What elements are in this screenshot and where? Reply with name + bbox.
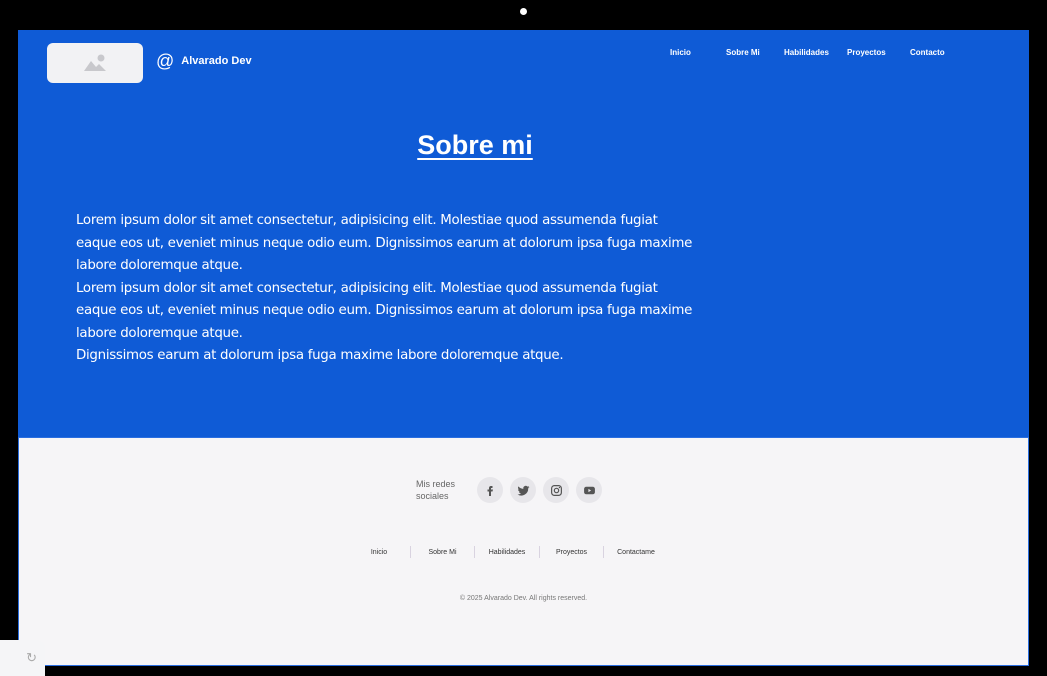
nav-inicio[interactable]: Inicio <box>658 48 713 57</box>
footer-nav-sobre-mi[interactable]: Sobre Mi <box>411 549 474 556</box>
twitter-icon[interactable] <box>510 477 536 503</box>
page-title: Sobre mi <box>417 130 533 160</box>
top-nav: Inicio Sobre Mi Habilidades Proyectos Co… <box>658 48 964 57</box>
social-icons <box>477 477 602 503</box>
social-label: Mis redes sociales <box>416 479 456 501</box>
at-sign-icon: @ <box>156 51 175 71</box>
footer-nav-inicio[interactable]: Inicio <box>348 549 410 556</box>
footer-nav-contactame[interactable]: Contactame <box>604 549 668 556</box>
brand[interactable]: @ Alvarado Dev <box>156 52 252 70</box>
refresh-icon[interactable]: ↻ <box>26 650 37 666</box>
copyright: © 2025 Alvarado Dev. All rights reserved… <box>459 595 588 602</box>
image-placeholder-icon <box>84 54 106 71</box>
footer-nav-proyectos[interactable]: Proyectos <box>540 549 603 556</box>
about-paragraph-2: Lorem ipsum dolor sit amet consectetur, … <box>76 280 693 341</box>
social-section: Mis redes sociales <box>416 477 602 503</box>
about-paragraph-3: Dignissimos earum at dolorum ipsa fuga m… <box>76 348 564 363</box>
brand-name: Alvarado Dev <box>181 55 252 67</box>
nav-sobre-mi[interactable]: Sobre Mi <box>713 48 778 57</box>
hero-section: @ Alvarado Dev Inicio Sobre Mi Habilidad… <box>18 30 1029 437</box>
instagram-icon[interactable] <box>543 477 569 503</box>
floating-widget[interactable]: ↻ <box>0 640 45 676</box>
camera-indicator <box>520 8 527 15</box>
browser-viewport: @ Alvarado Dev Inicio Sobre Mi Habilidad… <box>18 30 1029 666</box>
facebook-icon[interactable] <box>477 477 503 503</box>
about-paragraph-1: Lorem ipsum dolor sit amet consectetur, … <box>76 213 693 273</box>
about-text: Lorem ipsum dolor sit amet consectetur, … <box>76 210 696 368</box>
footer-nav-habilidades[interactable]: Habilidades <box>475 549 539 556</box>
nav-contacto[interactable]: Contacto <box>904 48 964 57</box>
footer-nav: Inicio Sobre Mi Habilidades Proyectos Co… <box>348 546 668 558</box>
youtube-icon[interactable] <box>576 477 602 503</box>
logo-placeholder[interactable] <box>47 43 143 83</box>
nav-proyectos[interactable]: Proyectos <box>841 48 904 57</box>
nav-habilidades[interactable]: Habilidades <box>778 48 841 57</box>
